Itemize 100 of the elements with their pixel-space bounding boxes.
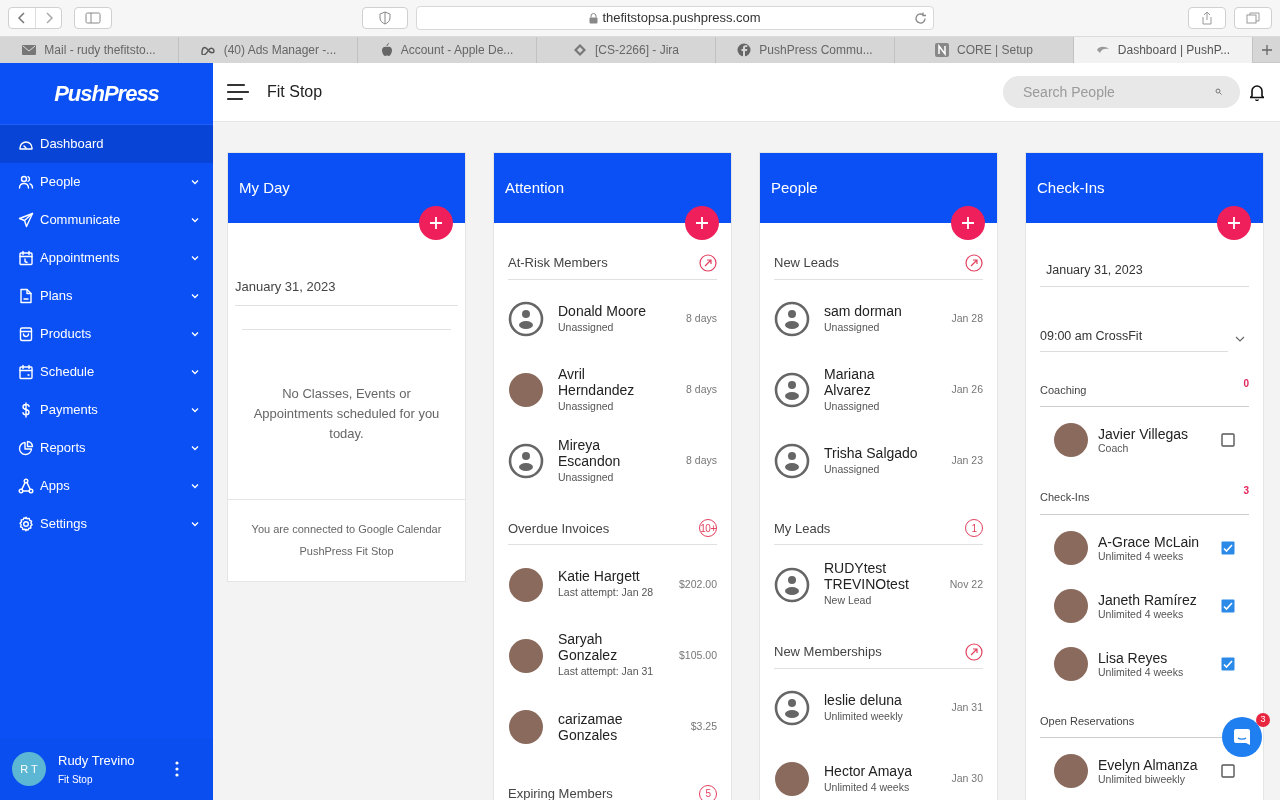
chat-icon: [1233, 728, 1251, 746]
menu-icon[interactable]: [227, 83, 249, 101]
nav-item[interactable]: Payments: [0, 391, 213, 429]
card-title: Attention: [505, 177, 565, 198]
chevron-down-icon[interactable]: [191, 255, 199, 261]
arrow-link-icon[interactable]: [965, 642, 983, 661]
browser-tab[interactable]: (40) Ads Manager -...: [179, 37, 358, 63]
date-field[interactable]: January 31, 2023: [1040, 261, 1249, 287]
nav-item[interactable]: Settings: [0, 505, 213, 543]
person-row[interactable]: Hector Amaya Unlimited 4 weeks Jan 30: [774, 743, 983, 800]
person-row[interactable]: RUDYtest TREVINOtest New Lead Nov 22: [774, 549, 983, 620]
people-icon: [18, 174, 34, 190]
section-title: My Leads: [774, 519, 831, 538]
checkbox[interactable]: [1221, 598, 1235, 613]
browser-tab[interactable]: CORE | Setup: [895, 37, 1074, 63]
browser-tab[interactable]: Account - Apple De...: [358, 37, 537, 63]
chevron-down-icon: [1235, 336, 1245, 343]
checkbox[interactable]: [1221, 540, 1235, 555]
group-title: Check-Ins: [1040, 490, 1090, 505]
chevron-down-icon[interactable]: [191, 445, 199, 451]
user-gym: Fit Stop: [58, 773, 94, 788]
address-bar[interactable]: thefitstopsa.pushpress.com: [416, 6, 934, 30]
section-title: New Memberships: [774, 643, 882, 661]
person-row[interactable]: carizamae Gonzales $3.25: [508, 691, 717, 762]
checkbox[interactable]: [1221, 433, 1235, 447]
person-row[interactable]: Donald Moore Unassigned 8 days: [508, 283, 717, 355]
attendee-row: Javier Villegas Coach: [1040, 411, 1249, 469]
nav-item[interactable]: Apps: [0, 467, 213, 505]
attendee-row: Evelyn Almanza Unlimited biweekly: [1040, 742, 1249, 800]
nav-item[interactable]: Products: [0, 315, 213, 353]
chevron-down-icon[interactable]: [191, 179, 199, 185]
person-row[interactable]: Katie Hargett Last attempt: Jan 28 $202.00: [508, 549, 717, 620]
checkbox[interactable]: [1221, 764, 1235, 778]
nav-item[interactable]: Appointments: [0, 239, 213, 277]
person-row[interactable]: Mireya Escandon Unassigned 8 days: [508, 425, 717, 497]
browser-tab[interactable]: [CS-2266] - Jira: [537, 37, 716, 63]
nav-item[interactable]: Reports: [0, 429, 213, 467]
sidebar-toggle-icon[interactable]: [74, 7, 112, 29]
nav-item[interactable]: Plans: [0, 277, 213, 315]
browser-tab[interactable]: Dashboard | PushP...: [1074, 37, 1253, 63]
chevron-down-icon[interactable]: [191, 407, 199, 413]
section-title: New Leads: [774, 254, 840, 272]
chevron-down-icon[interactable]: [191, 293, 199, 299]
nav-item[interactable]: Schedule: [0, 353, 213, 391]
browser-tab[interactable]: Mail - rudy thefitsto...: [0, 37, 179, 63]
logo[interactable]: PushPress: [54, 77, 159, 110]
add-button[interactable]: [1217, 206, 1251, 240]
chevron-down-icon[interactable]: [191, 483, 199, 489]
add-button[interactable]: [419, 206, 453, 240]
plus-icon: [695, 216, 709, 230]
class-select[interactable]: 09:00 am CrossFit: [1040, 326, 1249, 352]
photo-placeholder: [1054, 754, 1088, 788]
calendar-note: PushPress Fit Stop: [299, 544, 394, 559]
attendee-row: A-Grace McLain Unlimited 4 weeks: [1040, 518, 1249, 577]
chevron-down-icon[interactable]: [191, 369, 199, 375]
group-count: 0: [1243, 376, 1249, 391]
person-row[interactable]: leslie deluna Unlimited weekly Jan 31: [774, 672, 983, 744]
send-icon: [18, 212, 34, 228]
date-label: January 31, 2023: [235, 277, 458, 306]
attendee-row: Lisa Reyes Unlimited 4 weeks: [1040, 634, 1249, 693]
photo-placeholder: [1054, 646, 1088, 681]
person-row[interactable]: Saryah Gonzalez Last attempt: Jan 31 $105.00: [508, 620, 717, 691]
bell-icon[interactable]: [1250, 83, 1264, 101]
nav-item[interactable]: Dashboard: [0, 125, 213, 163]
photo-placeholder: [1054, 588, 1088, 623]
calendar-clock-icon: [18, 250, 34, 266]
search-field[interactable]: Search People: [1003, 76, 1240, 108]
checkbox[interactable]: [1221, 656, 1235, 671]
person-row[interactable]: Avril Herndandez Unassigned 8 days: [508, 354, 717, 426]
nav-item[interactable]: People: [0, 163, 213, 201]
add-button[interactable]: [685, 206, 719, 240]
section-title: Expiring Members: [508, 785, 613, 800]
chevron-down-icon[interactable]: [191, 217, 199, 223]
card-title: My Day: [239, 177, 290, 198]
nav-item[interactable]: Communicate: [0, 201, 213, 239]
photo-placeholder: [1054, 423, 1088, 457]
group-count: 3: [1243, 484, 1249, 498]
chevron-down-icon[interactable]: [191, 331, 199, 337]
person-row[interactable]: sam dorman Unassigned Jan 28: [774, 283, 983, 355]
plus-icon: [1227, 216, 1241, 230]
url-text: thefitstopsa.pushpress.com: [602, 9, 761, 28]
add-button[interactable]: [951, 206, 985, 240]
arrow-link-icon[interactable]: [965, 253, 983, 272]
search-icon: [1215, 88, 1222, 95]
browser-tab[interactable]: PushPress Commu...: [716, 37, 895, 63]
favicon-icon: [737, 43, 752, 57]
section-title: At-Risk Members: [508, 254, 608, 272]
more-vertical-icon[interactable]: [175, 761, 179, 777]
person-row[interactable]: Mariana Alvarez Unassigned Jan 26: [774, 354, 983, 426]
person-row[interactable]: Trisha Salgado Unassigned Jan 23: [774, 425, 983, 497]
card-title: People: [771, 177, 818, 198]
calendar-note: You are connected to Google Calendar: [251, 521, 442, 537]
plus-icon: [429, 216, 443, 230]
pie-chart-icon: [18, 440, 34, 456]
chevron-down-icon[interactable]: [191, 521, 199, 527]
reload-icon[interactable]: [914, 12, 927, 25]
favicon-icon: [1095, 45, 1110, 55]
section-title: Overdue Invoices: [508, 519, 610, 538]
arrow-link-icon[interactable]: [699, 253, 717, 272]
lock-icon: [589, 12, 599, 24]
